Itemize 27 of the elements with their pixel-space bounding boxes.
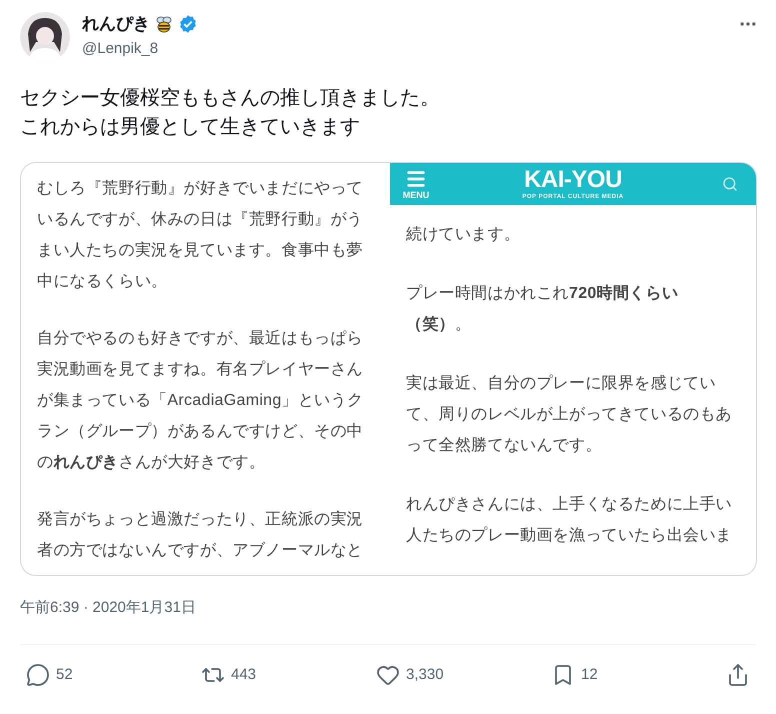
share-button[interactable] bbox=[726, 663, 750, 687]
bookmark-button[interactable]: 12 bbox=[551, 663, 647, 687]
repost-button[interactable]: 443 bbox=[201, 663, 297, 687]
tweet-text: セクシー女優桜空ももさんの推し頂きました。 bbox=[20, 86, 441, 111]
action-count: 12 bbox=[581, 664, 598, 685]
action-count: 52 bbox=[56, 664, 73, 685]
author-name[interactable]: れんぴき bbox=[82, 12, 150, 36]
article-paragraph: 自分でやるのも好きですが、最近はもっぱら 実況動画を見てますね。有名プレイヤーさん が集まっている「ArcadiaGaming」というク ラン（グループ）があるんですけど、その中 のれんぴきさんが大好きです。 bbox=[37, 328, 364, 473]
article-paragraph: むしろ『荒野行動』が好きでいまだにやって いるんですが、休みの日は『荒野行動』がう まい人たちの実況を見ています。食事中も夢 中になるくらい。 bbox=[37, 178, 364, 292]
tweet-text: これからは男優として生きていきます bbox=[20, 115, 361, 140]
reply-button[interactable]: 52 bbox=[26, 663, 122, 687]
article-paragraph: 実は最近、自分のプレーに限界を感じてい て、周りのレベルが上がってきているのもあ って全然勝てないんです。 bbox=[406, 374, 733, 456]
article-paragraph: プレー時間はかれこれ720時間くらい （笑）。 bbox=[406, 284, 680, 335]
like-button[interactable]: 3,330 bbox=[376, 663, 472, 687]
share-icon bbox=[726, 663, 750, 687]
heart-icon bbox=[376, 663, 400, 687]
bee-icon bbox=[154, 14, 174, 34]
site-logo: KAI-YOU bbox=[524, 167, 622, 193]
timestamp[interactable]: 午前6:39 · 2020年1月31日 bbox=[0, 598, 216, 618]
avatar[interactable] bbox=[20, 12, 70, 62]
action-count: 443 bbox=[231, 664, 256, 685]
speech-bubble-icon bbox=[26, 663, 50, 687]
action-count: 3,330 bbox=[406, 664, 444, 685]
author-handle[interactable]: @Lenpik_8 bbox=[82, 38, 198, 60]
article-paragraph: 続けています。 bbox=[406, 225, 522, 245]
article-paragraph: れんぴきさんには、上手くなるために上手い 人たちのプレー動画を漁っていたら出会いま bbox=[406, 494, 733, 546]
article-paragraph: 発言がちょっと過激だったり、正統派の実況 者の方ではないんですが、アブノーマルなと bbox=[37, 510, 364, 561]
